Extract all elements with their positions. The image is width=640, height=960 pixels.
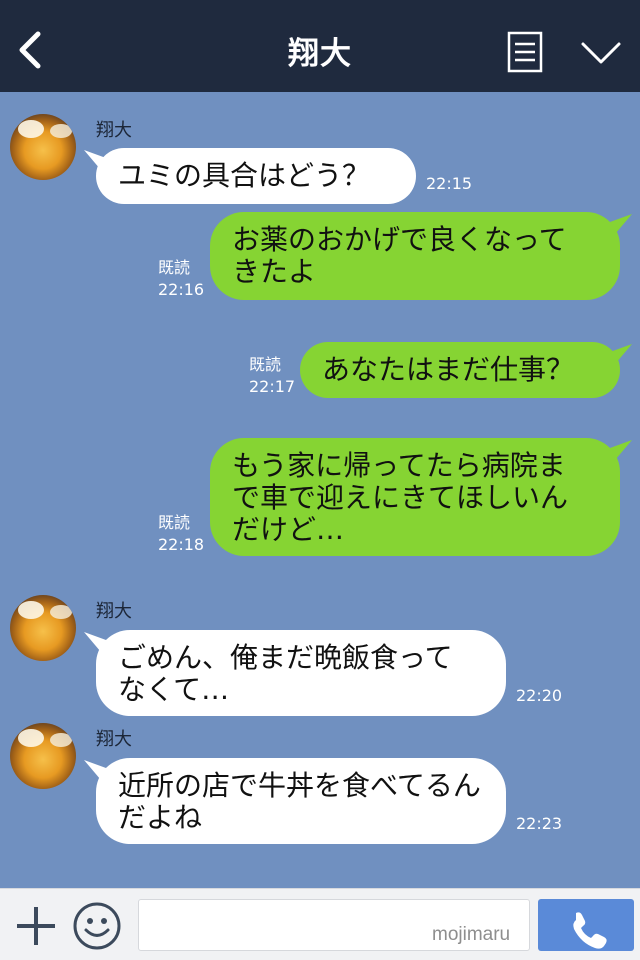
avatar[interactable]	[10, 723, 76, 789]
avatar[interactable]	[10, 595, 76, 661]
call-button[interactable]	[538, 899, 634, 951]
message-bubble-outgoing[interactable]: あなたはまだ仕事？	[300, 342, 620, 398]
message-bubble-outgoing[interactable]: お薬のおかげで良くなって きたよ	[210, 212, 620, 300]
message-bubble-incoming[interactable]: ユミの具合はどう？	[96, 148, 416, 204]
message-time: 22:17	[249, 377, 296, 396]
message-text: あなたはまだ仕事？	[322, 353, 575, 386]
smiley-icon[interactable]	[72, 901, 122, 951]
message-time: 22:18	[158, 535, 205, 554]
message-meta: 既読 22:18	[158, 512, 204, 556]
sender-name: 翔大	[96, 120, 132, 141]
read-receipt: 既読	[158, 258, 191, 277]
message-text: ユミの具合はどう？	[118, 159, 371, 192]
sender-name: 翔大	[96, 601, 132, 622]
message-text-line: 近所の店で牛丼を食べてるん	[118, 769, 481, 802]
read-receipt: 既読	[158, 513, 191, 532]
phone-icon	[573, 912, 607, 949]
plus-icon[interactable]	[15, 905, 57, 947]
message-text-line: きたよ	[232, 255, 317, 288]
read-receipt: 既読	[249, 355, 282, 374]
message-composer	[0, 888, 640, 960]
message-time: 22:16	[158, 280, 205, 299]
chat-header: 翔大	[0, 0, 640, 92]
message-text-line: もう家に帰ってたら病院ま	[232, 449, 566, 482]
message-time: 22:15	[426, 174, 473, 193]
message-text-line: だよね	[118, 801, 203, 834]
message-time: 22:23	[516, 814, 563, 833]
avatar[interactable]	[10, 114, 76, 180]
message-text-line: お薬のおかげで良くなって	[232, 223, 567, 256]
message-list[interactable]: 翔大 ユミの具合はどう？ 22:15 既読 22:16 お薬のおかげで良くなって…	[0, 92, 640, 888]
chat-title: 翔大	[288, 36, 352, 72]
message-time: 22:20	[516, 686, 563, 705]
message-bubble-incoming[interactable]: 近所の店で牛丼を食べてるん だよね	[96, 758, 506, 844]
message-meta: 既読 22:17	[249, 354, 295, 398]
chevron-down-icon[interactable]	[580, 40, 622, 66]
message-bubble-outgoing[interactable]: もう家に帰ってたら病院ま で車で迎えにきてほしいん だけど…	[210, 438, 620, 556]
message-text-line: なくて…	[118, 673, 230, 706]
message-text-line: で車で迎えにきてほしいん	[232, 481, 569, 514]
message-bubble-incoming[interactable]: ごめん、俺まだ晩飯食って なくて…	[96, 630, 506, 716]
watermark-text: mojimaru	[432, 924, 511, 945]
note-list-icon[interactable]	[507, 31, 543, 73]
message-text-line: ごめん、俺まだ晩飯食って	[118, 641, 453, 674]
message-text-line: だけど…	[232, 513, 345, 546]
message-meta: 既読 22:16	[158, 257, 204, 301]
sender-name: 翔大	[96, 729, 132, 750]
